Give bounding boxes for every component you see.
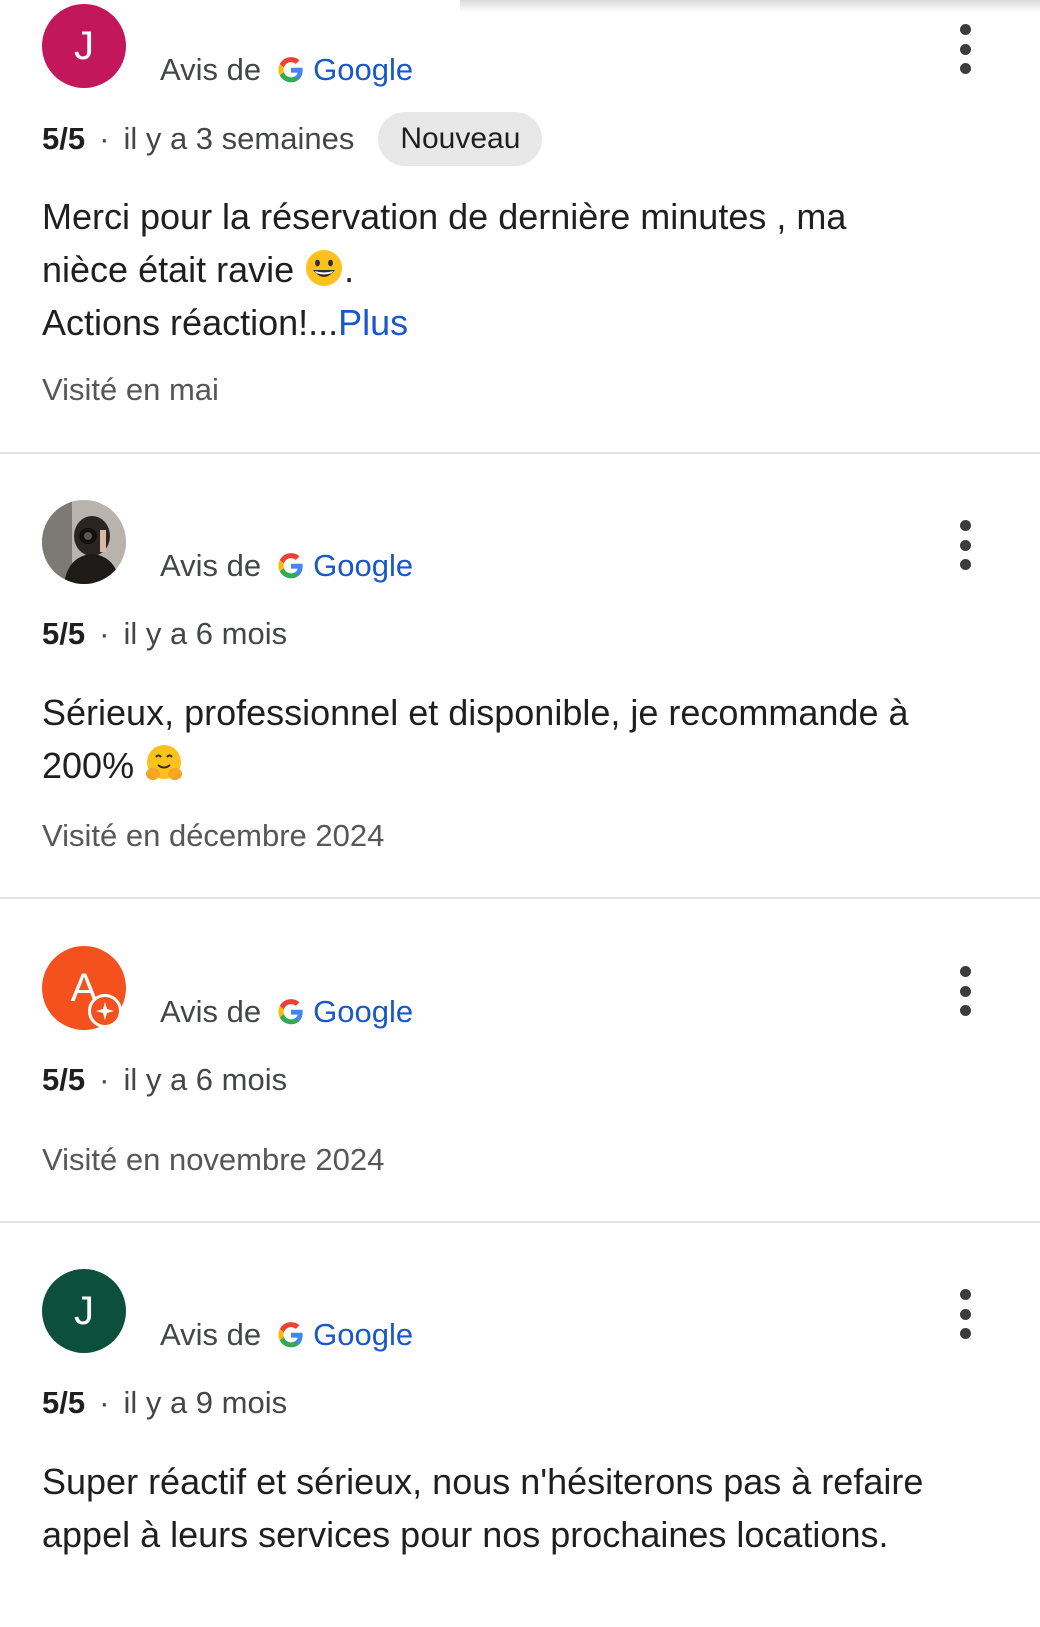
source-brand: Google bbox=[313, 548, 414, 583]
review-text: Super réactif et sérieux, nous n'hésiter… bbox=[42, 1455, 1002, 1561]
review-text-fragment: Actions réaction!... bbox=[42, 302, 339, 343]
more-options-icon[interactable] bbox=[950, 520, 980, 570]
separator: · bbox=[99, 121, 110, 156]
review-text-line: 200% bbox=[42, 739, 1002, 792]
google-logo-icon bbox=[278, 57, 303, 83]
new-badge: Nouveau bbox=[378, 112, 543, 166]
rating: 5/5 bbox=[42, 616, 86, 651]
separator: · bbox=[99, 1062, 110, 1097]
review-meta: 5/5 · il y a 9 mois bbox=[42, 1385, 287, 1421]
source-brand: Google bbox=[313, 52, 414, 87]
review-text-line: Actions réaction!...Plus bbox=[42, 296, 1002, 349]
google-logo-icon bbox=[278, 999, 303, 1025]
separator: · bbox=[99, 616, 110, 651]
review-source: Avis de Google bbox=[160, 52, 413, 88]
hugging-face-icon bbox=[146, 745, 183, 780]
source-brand: Google bbox=[313, 994, 414, 1029]
top-shadow bbox=[460, 0, 1040, 12]
avatar[interactable] bbox=[42, 500, 126, 584]
divider bbox=[0, 897, 1040, 899]
review-time: il y a 6 mois bbox=[123, 1062, 288, 1097]
avatar-letter: J bbox=[74, 1288, 94, 1333]
visit-date: Visité en mai bbox=[42, 372, 219, 407]
avatar-letter: J bbox=[74, 23, 94, 68]
review-text: Merci pour la réservation de dernière mi… bbox=[42, 190, 1002, 349]
review-meta: 5/5 · il y a 3 semaines Nouveau bbox=[42, 112, 543, 166]
rating: 5/5 bbox=[42, 1062, 86, 1097]
more-options-icon[interactable] bbox=[950, 966, 980, 1016]
rating: 5/5 bbox=[42, 121, 86, 156]
review-text-line: Sérieux, professionnel et disponible, je… bbox=[42, 692, 909, 733]
source-brand: Google bbox=[313, 1317, 414, 1352]
review-meta: 5/5 · il y a 6 mois bbox=[42, 616, 287, 652]
source-prefix: Avis de bbox=[160, 994, 262, 1029]
grinning-face-icon bbox=[306, 250, 343, 286]
read-more-link[interactable]: Plus bbox=[338, 302, 408, 343]
review-text-line: Super réactif et sérieux, nous n'hésiter… bbox=[42, 1461, 924, 1502]
review-text: Sérieux, professionnel et disponible, je… bbox=[42, 686, 1002, 792]
divider bbox=[0, 452, 1040, 454]
review-text-line: nièce était ravie . bbox=[42, 243, 1002, 296]
review-text-line: Merci pour la réservation de dernière mi… bbox=[42, 196, 847, 237]
review-text-fragment: . bbox=[344, 249, 355, 290]
review-text-line: appel à leurs services pour nos prochain… bbox=[42, 1514, 889, 1555]
local-guide-star-icon bbox=[88, 994, 122, 1028]
avatar[interactable]: J bbox=[42, 1269, 126, 1353]
google-logo-icon bbox=[278, 1322, 303, 1348]
source-prefix: Avis de bbox=[160, 1317, 262, 1352]
profile-photo-icon bbox=[42, 500, 126, 584]
review-source: Avis de Google bbox=[160, 1317, 413, 1353]
review-meta: 5/5 · il y a 6 mois bbox=[42, 1062, 287, 1098]
divider bbox=[0, 1221, 1040, 1223]
google-logo-icon bbox=[278, 553, 303, 579]
visit-date: Visité en novembre 2024 bbox=[42, 1142, 385, 1177]
more-options-icon[interactable] bbox=[950, 24, 980, 74]
review-source: Avis de Google bbox=[160, 548, 413, 584]
review-time: il y a 6 mois bbox=[123, 616, 288, 651]
more-options-icon[interactable] bbox=[950, 1289, 980, 1339]
source-prefix: Avis de bbox=[160, 52, 262, 87]
visit-date: Visité en décembre 2024 bbox=[42, 818, 385, 853]
rating: 5/5 bbox=[42, 1385, 86, 1420]
avatar[interactable]: J bbox=[42, 4, 126, 88]
review-time: il y a 3 semaines bbox=[123, 121, 355, 156]
review-source: Avis de Google bbox=[160, 994, 413, 1030]
review-text-fragment: 200% bbox=[42, 745, 135, 786]
separator: · bbox=[99, 1385, 110, 1420]
source-prefix: Avis de bbox=[160, 548, 262, 583]
review-time: il y a 9 mois bbox=[123, 1385, 288, 1420]
review-text-fragment: nièce était ravie bbox=[42, 249, 295, 290]
